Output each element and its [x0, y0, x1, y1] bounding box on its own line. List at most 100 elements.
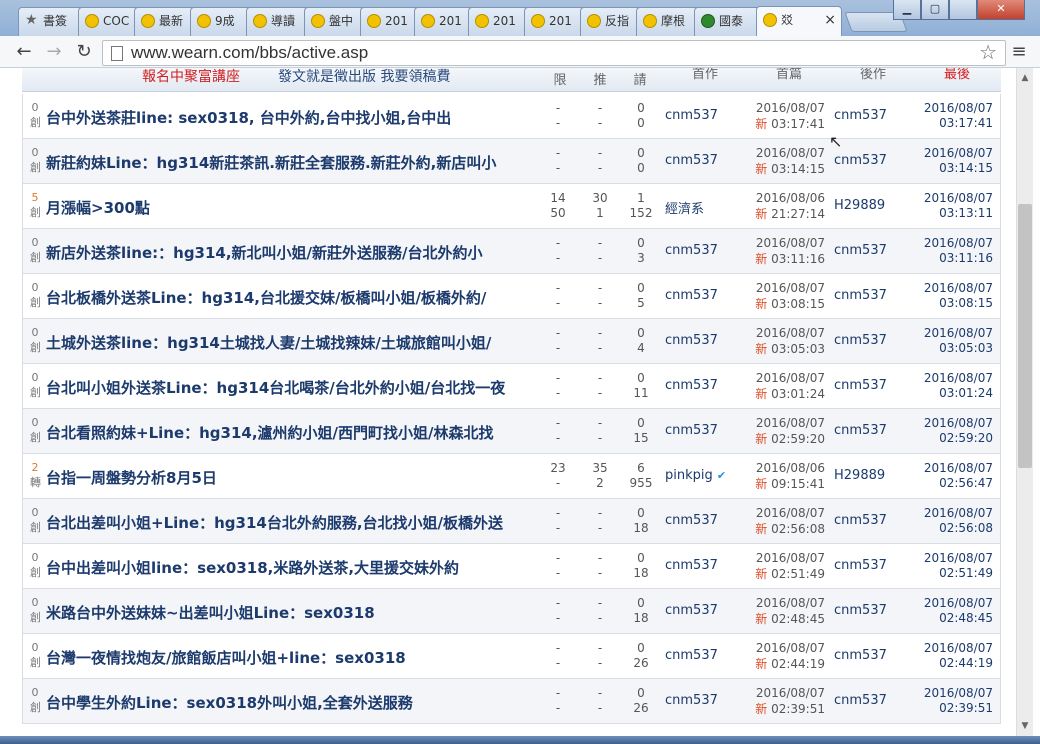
author-link[interactable]: cnm537 [665, 558, 718, 573]
tab-13[interactable]: 㸚 × [756, 6, 842, 36]
thread-title-link[interactable]: 台中外送茶莊line: sex0318, 台中外約,台中找小姐,台中出 [46, 107, 451, 128]
tab-10[interactable]: 反指 [580, 7, 642, 36]
last-reply-user-link[interactable]: cnm537 [834, 108, 887, 123]
tab-4[interactable]: 導讀 [246, 7, 310, 36]
col-header-limit[interactable]: 限 [550, 74, 570, 88]
last-reply-date-link[interactable]: 2016/08/07 02:48:45 [915, 596, 993, 626]
tab-0[interactable]: ★ 書簽 [18, 7, 84, 36]
thread-title-link[interactable]: 台中出差叫小姐line：sex0318,米路外送茶,大里援交妹外約 [46, 557, 459, 578]
tab-1[interactable]: COC [78, 7, 140, 36]
last-reply-user-link[interactable]: cnm537 [834, 513, 887, 528]
tab-11[interactable]: 摩根 [636, 7, 700, 36]
author-link[interactable]: cnm537 [665, 423, 718, 438]
limit-value-2: - [555, 431, 561, 445]
last-reply-date-link[interactable]: 2016/08/07 03:05:03 [915, 326, 993, 356]
thread-title-link[interactable]: 台中學生外約Line：sex0318外叫小姐,全套外送服務 [46, 692, 413, 713]
author-link[interactable]: cnm537 [665, 153, 718, 168]
banner-link-publish[interactable]: 發文就是徵出版 我要領稿費 [278, 68, 450, 86]
forward-arrow-icon[interactable]: → [42, 40, 66, 64]
last-reply-date-link[interactable]: 2016/08/07 02:51:49 [915, 551, 993, 581]
thread-title-link[interactable]: 土城外送茶line：hg314土城找人妻/土城找辣妹/土城旅館叫小姐/ [46, 332, 491, 353]
thread-title-link[interactable]: 台北板橋外送茶Line：hg314,台北援交妹/板橋叫小姐/板橋外約/ [46, 287, 486, 308]
author-link[interactable]: cnm537 [665, 378, 718, 393]
back-arrow-icon[interactable]: ← [12, 40, 36, 64]
last-reply-user-link[interactable]: cnm537 [834, 603, 887, 618]
last-reply-user-link[interactable]: H29889 [834, 198, 885, 213]
menu-icon[interactable]: ≡ [1008, 40, 1030, 64]
table-row: 0 創土城外送茶line：hg314土城找人妻/土城找辣妹/土城旅館叫小姐/- - -… [22, 319, 1001, 364]
tab-9[interactable]: 201 [524, 7, 586, 36]
author-link[interactable]: cnm537 [665, 513, 718, 528]
tab-6[interactable]: 201 [360, 7, 420, 36]
col-header-last-author[interactable]: 後作 [858, 68, 888, 82]
reply-value-1: 0 [637, 641, 645, 655]
last-reply-user-link[interactable]: cnm537 [834, 288, 887, 303]
last-reply-date-link[interactable]: 2016/08/07 02:59:20 [915, 416, 993, 446]
push-value-2: - [597, 161, 603, 175]
tab-8[interactable]: 201 [468, 7, 530, 36]
reload-icon[interactable]: ↻ [72, 40, 96, 64]
author-link[interactable]: cnm537 [665, 693, 718, 708]
thread-title-link[interactable]: 新店外送茶line:：hg314,新北叫小姐/新莊外送服務/台北外約小 [46, 242, 483, 263]
author-link[interactable]: cnm537 [665, 603, 718, 618]
maximize-button[interactable]: ▢ [921, 0, 949, 20]
thread-title-link[interactable]: 台指一周盤勢分析8月5日 [46, 467, 217, 488]
author-link[interactable]: cnm537 [665, 288, 718, 303]
col-header-reply[interactable]: 請 [630, 74, 650, 88]
author-link[interactable]: cnm537 [665, 108, 718, 123]
restore-button[interactable] [949, 0, 977, 20]
last-reply-user-link[interactable]: cnm537 [834, 333, 887, 348]
thread-title-link[interactable]: 台北出差叫小姐+Line：hg314台北外約服務,台北找小姐/板橋外送 [46, 512, 503, 533]
tab-close-icon[interactable]: × [824, 7, 836, 33]
last-reply-date-link[interactable]: 2016/08/07 03:08:15 [915, 281, 993, 311]
col-header-post-time[interactable]: 首篇 [774, 68, 804, 82]
tab-12[interactable]: 國泰 [694, 7, 762, 36]
last-reply-date-link[interactable]: 2016/08/07 02:56:08 [915, 506, 993, 536]
last-reply-date-link[interactable]: 2016/08/07 03:01:24 [915, 371, 993, 401]
author-link[interactable]: cnm537 [665, 243, 718, 258]
thread-title-link[interactable]: 台北看照約妹+Line：hg314,瀘州約小姐/西門町找小姐/林森北找 [46, 422, 494, 443]
last-reply-user-link[interactable]: cnm537 [834, 423, 887, 438]
thread-title-link[interactable]: 台灣一夜情找炮友/旅館飯店叫小姐+line：sex0318 [46, 647, 406, 668]
minimize-button[interactable]: ▁ [893, 0, 921, 20]
author-link[interactable]: 經濟系 [665, 202, 704, 217]
scroll-down-icon[interactable]: ▼ [1017, 718, 1033, 734]
last-reply-user-link[interactable]: cnm537 [834, 648, 887, 663]
banner-link-seminar[interactable]: 報名中聚富講座 [142, 68, 240, 86]
col-header-push[interactable]: 推 [590, 74, 610, 88]
last-reply-user-link[interactable]: cnm537 [834, 378, 887, 393]
window-close-button[interactable]: ✕ [977, 0, 1025, 20]
last-reply-date-link[interactable]: 2016/08/07 02:39:51 [915, 686, 993, 716]
last-reply-user-link[interactable]: cnm537 [834, 243, 887, 258]
last-reply-user-link[interactable]: cnm537 [834, 153, 887, 168]
tab-2[interactable]: 最新 [134, 7, 196, 36]
limit-value-2: 50 [550, 206, 566, 220]
tab-7[interactable]: 201 [414, 7, 474, 36]
last-time: 03:13:11 [939, 206, 993, 220]
tab-3[interactable]: 9成 [190, 7, 252, 36]
author-link[interactable]: cnm537 [665, 333, 718, 348]
thread-title-link[interactable]: 新莊約妹Line：hg314新莊茶訊.新莊全套服務.新莊外約,新店叫小 [46, 152, 496, 173]
author-link[interactable]: cnm537 [665, 648, 718, 663]
vertical-scrollbar[interactable]: ▲ ▼ [1016, 68, 1033, 736]
bookmark-star-icon[interactable]: ☆ [979, 41, 997, 65]
col-header-last-time[interactable]: 最後 [942, 68, 972, 82]
author-link[interactable]: pinkpig [665, 468, 713, 483]
address-bar[interactable]: www.wearn.com/bbs/active.asp ☆ [102, 40, 1006, 66]
thread-title-link[interactable]: 月漲幅>300點 [46, 197, 150, 218]
last-reply-date-link[interactable]: 2016/08/07 02:56:47 [915, 461, 993, 491]
last-reply-user-link[interactable]: cnm537 [834, 558, 887, 573]
last-reply-user-link[interactable]: cnm537 [834, 693, 887, 708]
scrollbar-thumb[interactable] [1018, 204, 1032, 468]
last-reply-user-link[interactable]: H29889 [834, 468, 885, 483]
last-reply-date-link[interactable]: 2016/08/07 03:17:41 [915, 101, 993, 131]
scroll-up-icon[interactable]: ▲ [1017, 70, 1033, 86]
last-reply-date-link[interactable]: 2016/08/07 03:14:15 [915, 146, 993, 176]
last-reply-date-link[interactable]: 2016/08/07 02:44:19 [915, 641, 993, 671]
last-reply-date-link[interactable]: 2016/08/07 03:13:11 [915, 191, 993, 221]
col-header-author[interactable]: 首作 [690, 68, 720, 82]
tab-5[interactable]: 盤中 [304, 7, 366, 36]
thread-title-link[interactable]: 米路台中外送妹妹~出差叫小姐Line：sex0318 [46, 602, 375, 623]
last-reply-date-link[interactable]: 2016/08/07 03:11:16 [915, 236, 993, 266]
thread-title-link[interactable]: 台北叫小姐外送茶Line：hg314台北喝茶/台北外約小姐/台北找一夜 [46, 377, 505, 398]
